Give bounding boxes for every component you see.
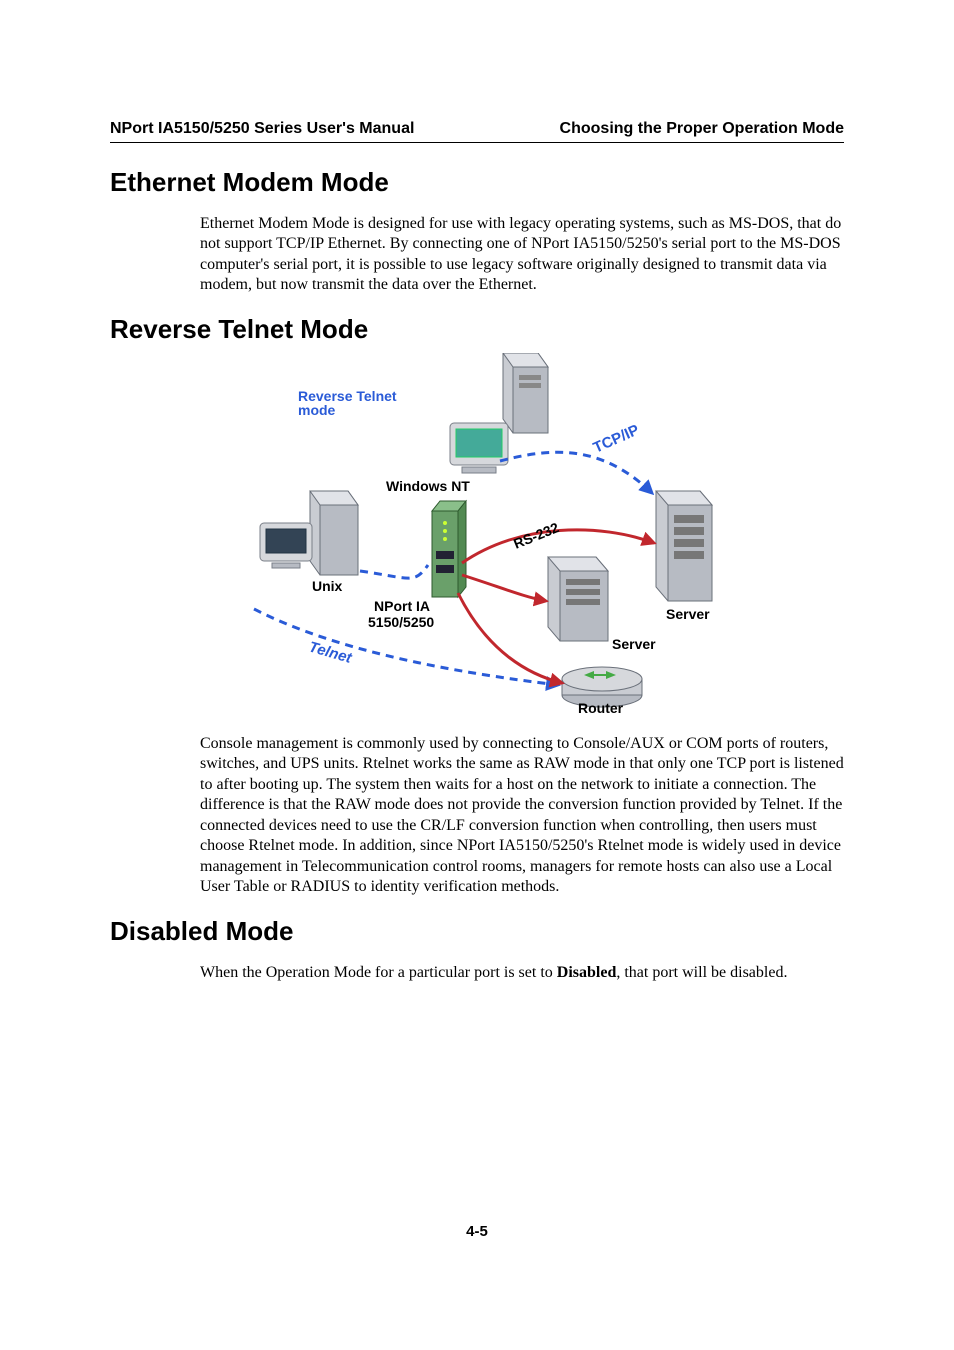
para-disabled-mode: When the Operation Mode for a particular… <box>200 963 844 983</box>
label-telnet: Telnet <box>307 638 355 667</box>
heading-ethernet-modem-mode: Ethernet Modem Mode <box>110 167 844 198</box>
label-router: Router <box>578 700 624 713</box>
device-server-far <box>656 491 712 601</box>
label-rs232: RS-232 <box>511 519 561 552</box>
device-unix-monitor <box>260 523 312 568</box>
para-reverse-telnet: Console management is commonly used by c… <box>200 734 844 898</box>
label-nport-line1: NPort IA <box>374 598 430 614</box>
label-server-far: Server <box>666 606 710 622</box>
device-unix-tower <box>310 491 358 575</box>
running-header: NPort IA5150/5250 Series User's Manual C… <box>110 120 844 143</box>
heading-reverse-telnet-mode: Reverse Telnet Mode <box>110 314 844 345</box>
disabled-bold: Disabled <box>557 964 617 981</box>
label-server-mid: Server <box>612 636 656 652</box>
heading-disabled-mode: Disabled Mode <box>110 916 844 947</box>
line-tcpip-from-unix <box>360 565 428 578</box>
device-tower-top <box>503 353 548 433</box>
line-tcpip-from-wnt <box>500 452 652 493</box>
device-nport <box>432 501 466 597</box>
para-ethernet-modem: Ethernet Modem Mode is designed for use … <box>200 214 844 296</box>
device-monitor-wnt <box>450 423 508 473</box>
disabled-suffix: , that port will be disabled. <box>616 964 787 981</box>
runhead-right: Choosing the Proper Operation Mode <box>560 120 844 138</box>
line-rs232-to-router <box>458 593 562 683</box>
figure-title-line2: mode <box>298 402 336 418</box>
figure-reverse-telnet: Reverse Telnet mode Windows NT <box>200 353 760 718</box>
label-unix: Unix <box>312 578 343 594</box>
label-nport-line2: 5150/5250 <box>368 614 434 630</box>
label-windows-nt: Windows NT <box>386 478 470 494</box>
line-rs232-to-server-mid <box>462 575 546 601</box>
page-number: 4-5 <box>0 1223 954 1240</box>
label-tcpip: TCP/IP <box>591 421 642 456</box>
disabled-prefix: When the Operation Mode for a particular… <box>200 964 557 981</box>
runhead-left: NPort IA5150/5250 Series User's Manual <box>110 120 414 138</box>
device-server-mid <box>548 557 608 641</box>
